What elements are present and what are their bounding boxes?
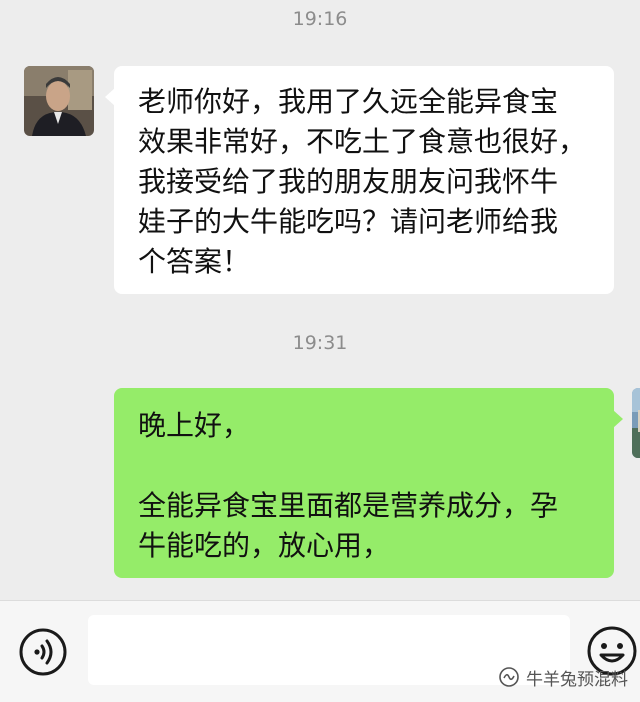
incoming-message-bubble[interactable]: 老师你好，我用了久远全能异食宝 效果非常好，不吃土了食意也很好， 我接受给了我的… [105,66,614,294]
timestamp: 19:16 [292,8,348,30]
timestamp: 19:31 [292,332,348,354]
watermark-text: 牛羊兔预混料 [526,669,628,690]
outgoing-message-bubble[interactable]: 晚上好， 全能异食宝里面都是营养成分，孕 牛能吃的，放心用， [114,388,623,578]
avatar[interactable] [632,388,640,458]
wechat-official-account-icon [499,667,519,687]
avatar[interactable] [24,66,94,136]
watermark: 牛羊兔预混料 [498,662,628,692]
chat-screen: 19:16 老师你好，我用了久远全能异食宝 效果非常好，不吃土了食意也很好， 我… [0,0,640,702]
voice-icon[interactable] [18,627,68,677]
